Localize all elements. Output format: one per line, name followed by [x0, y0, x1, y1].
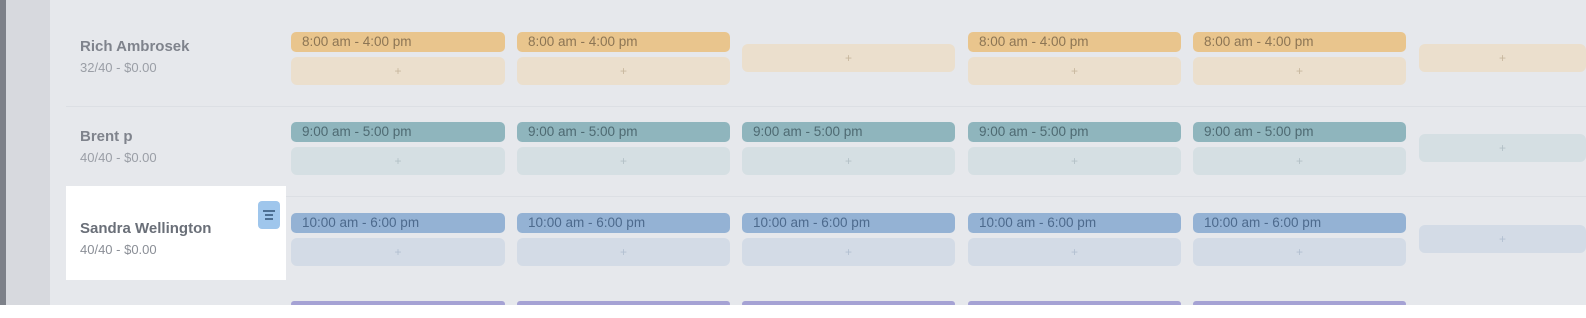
plus-icon: +	[844, 51, 852, 65]
shift-block[interactable]: 9:00 am - 5:00 pm	[1193, 122, 1406, 142]
employee-hours-cost: 32/40 - $0.00	[80, 60, 157, 75]
plus-icon: +	[1295, 154, 1303, 168]
add-shift-button[interactable]: +	[517, 57, 730, 85]
shift-block[interactable]	[517, 301, 730, 305]
shift-block[interactable]: 8:00 am - 4:00 pm	[1193, 32, 1406, 52]
shift-block[interactable]: 8:00 am - 4:00 pm	[968, 32, 1181, 52]
shift-block[interactable]	[291, 301, 505, 305]
add-shift-button[interactable]: +	[517, 238, 730, 266]
employee-hours-cost: 40/40 - $0.00	[80, 242, 157, 257]
plus-icon: +	[1070, 64, 1078, 78]
plus-icon: +	[1070, 245, 1078, 259]
left-gutter	[6, 0, 50, 305]
add-shift-button[interactable]: +	[1419, 225, 1586, 253]
plus-icon: +	[844, 245, 852, 259]
plus-icon: +	[1498, 232, 1506, 246]
shift-block[interactable]: 10:00 am - 6:00 pm	[517, 213, 730, 233]
plus-icon: +	[1295, 245, 1303, 259]
note-icon[interactable]	[258, 201, 280, 229]
shift-block[interactable]	[742, 301, 955, 305]
plus-icon: +	[619, 154, 627, 168]
shift-block[interactable]: 10:00 am - 6:00 pm	[1193, 213, 1406, 233]
add-shift-button[interactable]: +	[968, 57, 1181, 85]
plus-icon: +	[1498, 51, 1506, 65]
shift-block[interactable]: 10:00 am - 6:00 pm	[968, 213, 1181, 233]
add-shift-button[interactable]: +	[968, 147, 1181, 175]
add-shift-button[interactable]: +	[517, 147, 730, 175]
plus-icon: +	[1295, 64, 1303, 78]
employee-hours-cost: 40/40 - $0.00	[80, 150, 157, 165]
employee-name: Rich Ambrosek	[80, 38, 190, 55]
shift-block[interactable]: 9:00 am - 5:00 pm	[968, 122, 1181, 142]
employee-name: Sandra Wellington	[80, 220, 212, 237]
add-shift-button[interactable]: +	[968, 238, 1181, 266]
employee-cell-rich-ambrosek[interactable]: Rich Ambrosek 32/40 - $0.00	[66, 18, 286, 112]
add-shift-button[interactable]: +	[742, 238, 955, 266]
add-shift-button[interactable]: +	[1419, 44, 1586, 72]
employee-name: Brent p	[80, 128, 133, 145]
add-shift-button[interactable]: +	[1193, 238, 1406, 266]
plus-icon: +	[394, 154, 402, 168]
schedule-grid: Rich Ambrosek 32/40 - $0.00 8:00 am - 4:…	[0, 0, 1586, 305]
shift-block[interactable]: 8:00 am - 4:00 pm	[291, 32, 505, 52]
plus-icon: +	[394, 245, 402, 259]
plus-icon: +	[394, 64, 402, 78]
plus-icon: +	[619, 245, 627, 259]
shift-block[interactable]: 8:00 am - 4:00 pm	[517, 32, 730, 52]
plus-icon: +	[1070, 154, 1078, 168]
add-shift-button[interactable]: +	[1193, 57, 1406, 85]
shift-block[interactable]: 9:00 am - 5:00 pm	[517, 122, 730, 142]
add-shift-button[interactable]: +	[1419, 134, 1586, 162]
plus-icon: +	[844, 154, 852, 168]
plus-icon: +	[1498, 141, 1506, 155]
shift-block[interactable]: 10:00 am - 6:00 pm	[742, 213, 955, 233]
add-shift-button[interactable]: +	[742, 147, 955, 175]
shift-block[interactable]	[1193, 301, 1406, 305]
note-icon-glyph	[263, 210, 275, 220]
employee-cell-sandra-wellington[interactable]: Sandra Wellington 40/40 - $0.00	[66, 186, 286, 280]
add-shift-button[interactable]: +	[291, 238, 505, 266]
add-shift-button[interactable]: +	[742, 44, 955, 72]
add-shift-button[interactable]: +	[291, 57, 505, 85]
add-shift-button[interactable]: +	[1193, 147, 1406, 175]
row-divider	[66, 106, 1586, 107]
shift-block[interactable]: 9:00 am - 5:00 pm	[291, 122, 505, 142]
shift-block[interactable]: 9:00 am - 5:00 pm	[742, 122, 955, 142]
row-divider	[66, 196, 1586, 197]
add-shift-button[interactable]: +	[291, 147, 505, 175]
shift-block[interactable]: 10:00 am - 6:00 pm	[291, 213, 505, 233]
plus-icon: +	[619, 64, 627, 78]
shift-block[interactable]	[968, 301, 1181, 305]
